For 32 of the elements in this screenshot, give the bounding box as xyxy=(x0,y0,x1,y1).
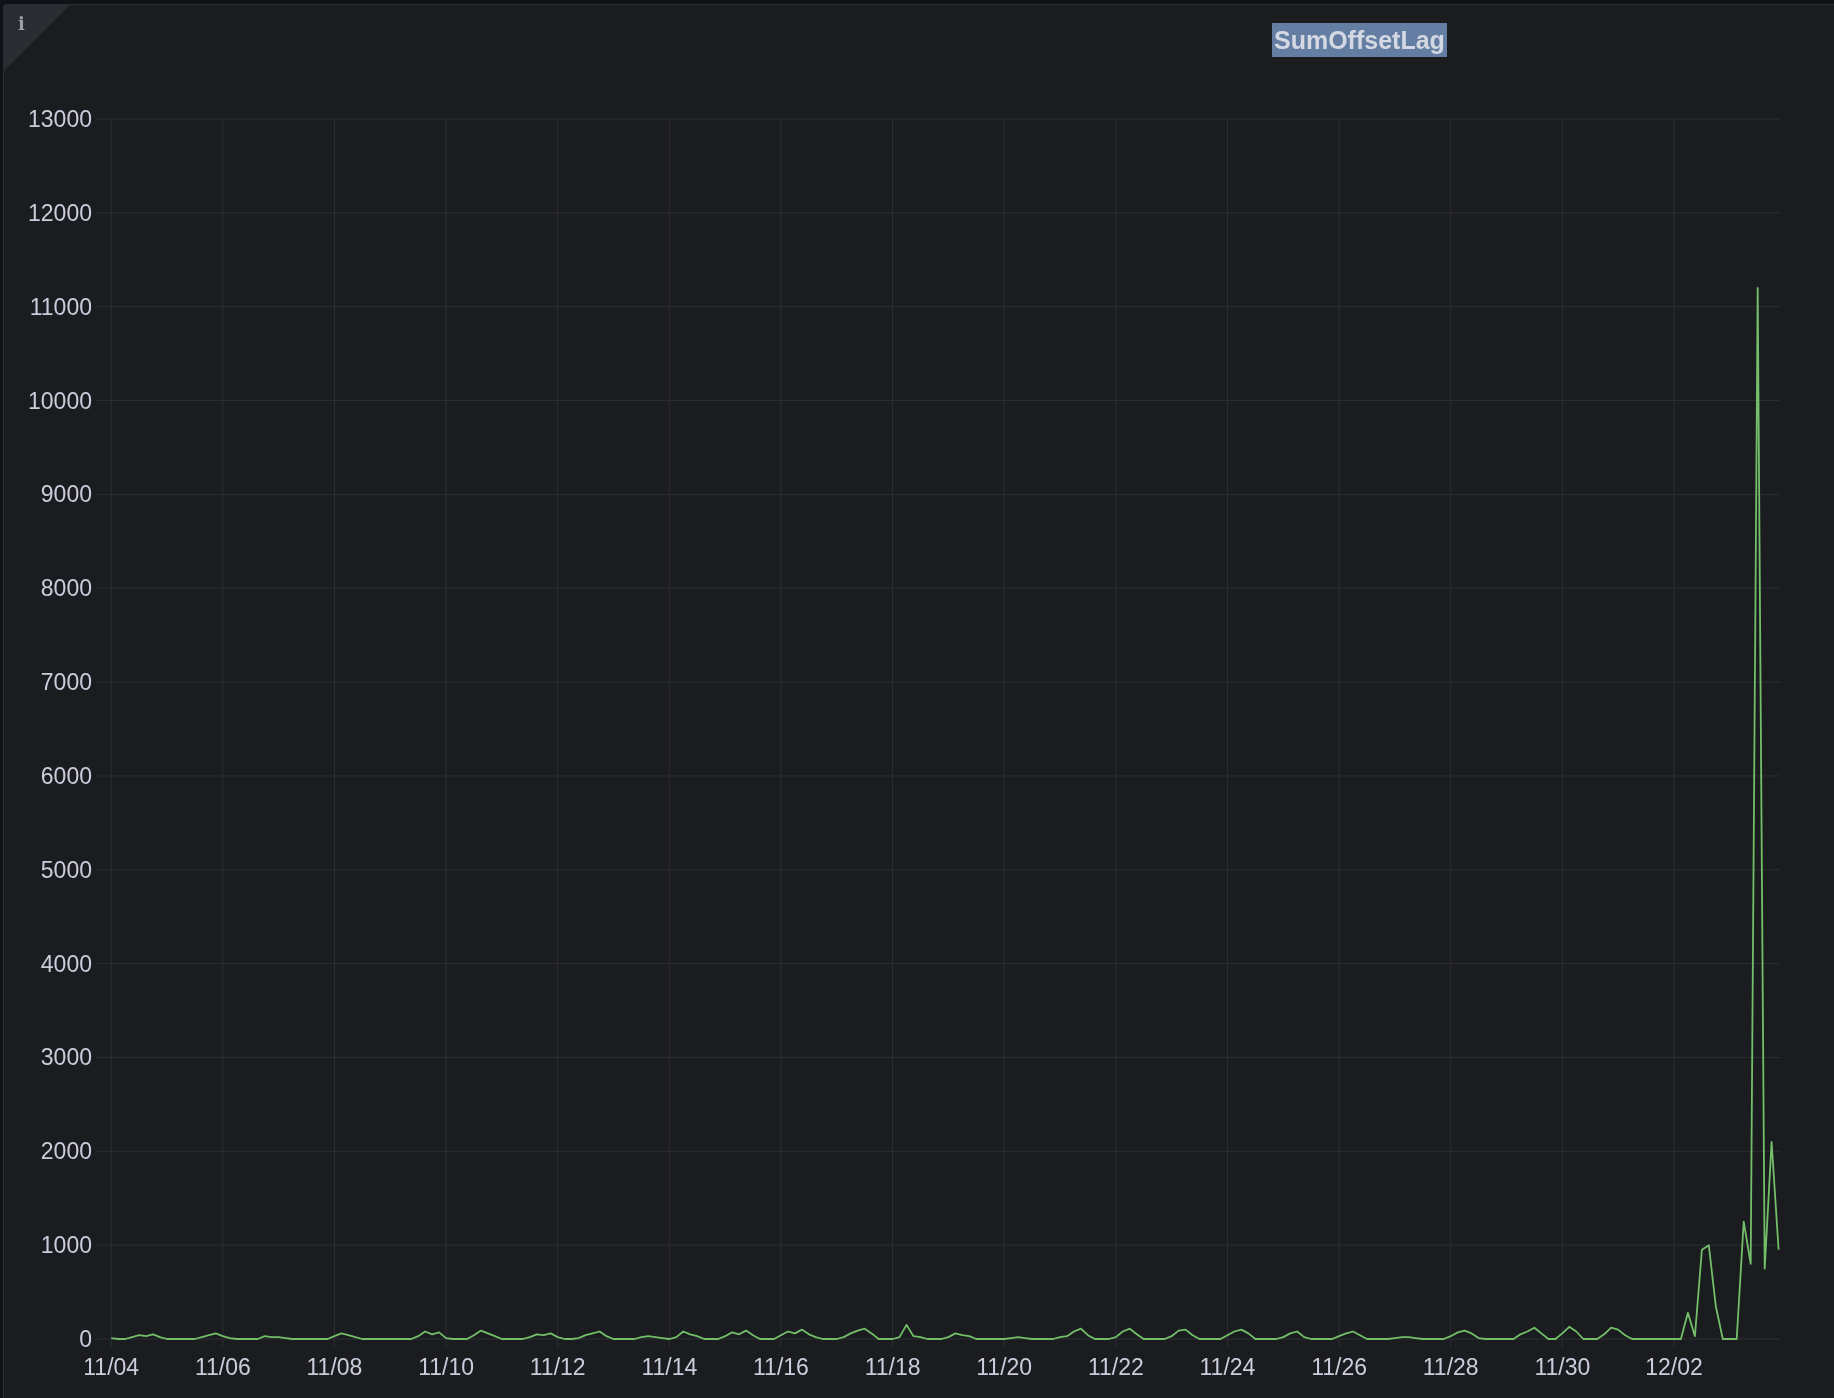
y-tick-label: 2000 xyxy=(40,1138,92,1165)
panel-title[interactable]: SumOffsetLag xyxy=(1272,23,1447,57)
x-tick-label: 12/02 xyxy=(1645,1354,1703,1380)
info-corner[interactable]: i xyxy=(4,5,70,71)
x-tick-label: 11/22 xyxy=(1087,1354,1144,1380)
info-icon: i xyxy=(18,15,25,33)
y-tick-label: 12000 xyxy=(28,199,92,226)
y-tick-label: 8000 xyxy=(40,575,92,602)
y-tick-label: 9000 xyxy=(40,481,92,508)
x-tick-label: 11/04 xyxy=(83,1354,140,1380)
x-tick-label: 11/18 xyxy=(864,1354,921,1380)
y-tick-label: 4000 xyxy=(40,950,92,977)
x-tick-label: 11/26 xyxy=(1311,1354,1367,1380)
x-tick-label: 11/16 xyxy=(753,1354,809,1380)
x-tick-label: 11/30 xyxy=(1534,1354,1591,1380)
x-tick-label: 11/08 xyxy=(306,1354,363,1380)
x-tick-label: 11/20 xyxy=(976,1354,1033,1380)
y-tick-label: 7000 xyxy=(40,669,92,696)
y-tick-label: 3000 xyxy=(40,1044,92,1071)
y-tick-label: 11000 xyxy=(29,293,92,320)
y-tick-label: 0 xyxy=(79,1326,92,1352)
x-tick-label: 11/12 xyxy=(529,1354,586,1380)
y-tick-label: 1000 xyxy=(40,1232,92,1259)
y-tick-label: 10000 xyxy=(28,387,92,414)
y-tick-label: 6000 xyxy=(40,762,92,789)
x-tick-label: 11/14 xyxy=(641,1354,698,1380)
y-tick-label: 5000 xyxy=(40,856,92,883)
x-tick-label: 11/24 xyxy=(1199,1354,1256,1380)
x-tick-label: 11/06 xyxy=(194,1354,251,1380)
y-tick-label: 13000 xyxy=(28,106,92,132)
x-tick-label: 11/10 xyxy=(418,1354,474,1380)
x-tick-label: 11/28 xyxy=(1422,1354,1479,1380)
